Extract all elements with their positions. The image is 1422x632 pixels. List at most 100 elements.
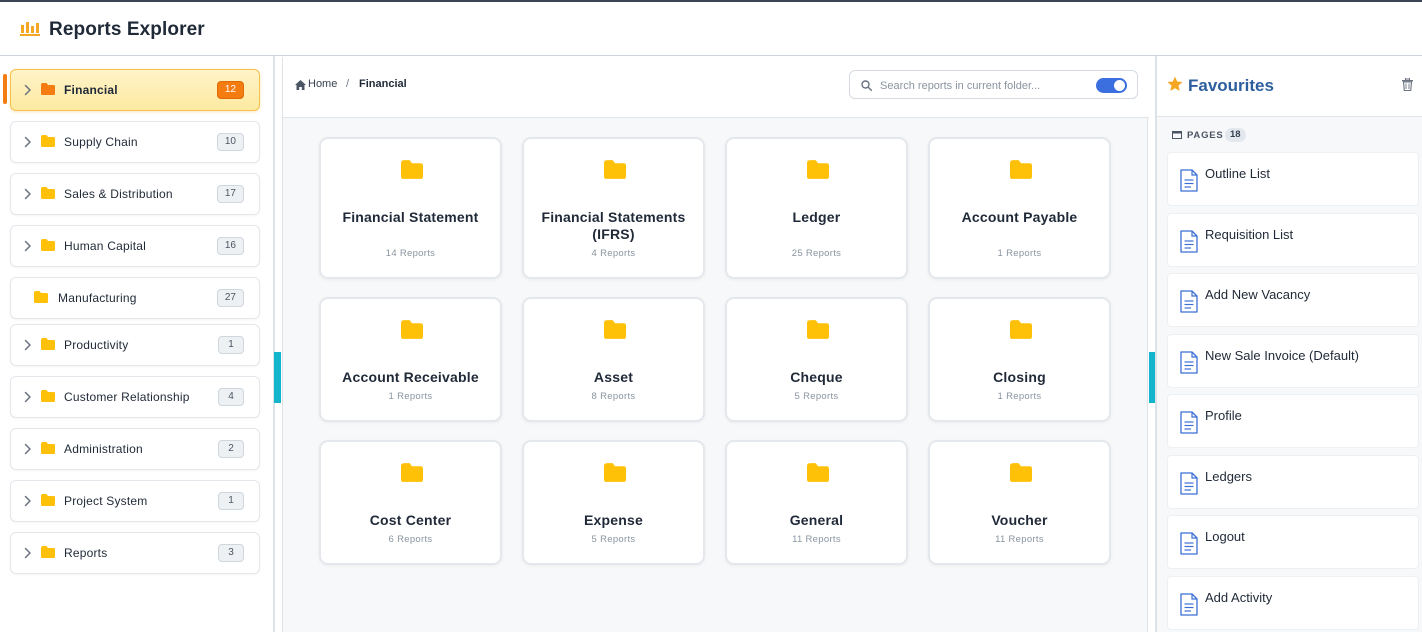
- sidebar-item-label: Manufacturing: [58, 291, 137, 305]
- main-header: Home / Financial: [283, 57, 1149, 118]
- sidebar-item-manufacturing[interactable]: Manufacturing 27: [10, 277, 260, 319]
- sidebar-item-supply-chain[interactable]: Supply Chain 10: [10, 121, 260, 163]
- sidebar-item-count-badge: 27: [216, 289, 244, 307]
- folder-icon: [34, 291, 48, 303]
- report-folder-card[interactable]: Ledger 25 Reports: [725, 137, 908, 279]
- sidebar-item-label: Administration: [64, 442, 143, 456]
- chevron-right-icon: [24, 84, 31, 96]
- favourite-item-label: Add Activity: [1205, 590, 1273, 605]
- card-report-count: 14 Reports: [385, 248, 436, 259]
- report-folder-card[interactable]: Cheque 5 Reports: [725, 297, 908, 422]
- favourite-item[interactable]: Outline List: [1167, 152, 1419, 206]
- folder-icon: [41, 546, 55, 558]
- document-icon: [1180, 290, 1198, 313]
- folder-icon: [807, 320, 829, 339]
- sidebar-item-count-badge: 3: [218, 544, 244, 562]
- favourite-item[interactable]: Add New Vacancy: [1167, 273, 1419, 327]
- favourites-header: Favourites: [1157, 56, 1422, 117]
- report-folder-card[interactable]: Asset 8 Reports: [522, 297, 705, 422]
- card-title: Account Receivable: [342, 369, 479, 385]
- sidebar-item-label: Reports: [64, 546, 108, 560]
- trash-icon[interactable]: [1402, 78, 1413, 91]
- sidebar-item-label: Supply Chain: [64, 135, 138, 149]
- card-title: Asset: [593, 369, 634, 385]
- folder-icon: [41, 83, 55, 95]
- sidebar-divider: [273, 56, 275, 632]
- card-title: Cost Center: [369, 512, 452, 528]
- favourites-title: Favourites: [1188, 76, 1274, 95]
- sidebar-item-administration[interactable]: Administration 2: [10, 428, 260, 470]
- sidebar-item-label: Project System: [64, 494, 148, 508]
- card-report-count: 5 Reports: [591, 534, 636, 545]
- report-folder-card[interactable]: Voucher 11 Reports: [928, 440, 1111, 565]
- favourite-item[interactable]: Logout: [1167, 515, 1419, 569]
- sidebar-item-financial[interactable]: Financial 12: [10, 69, 260, 111]
- window-icon: [1172, 131, 1182, 139]
- document-icon: [1180, 411, 1198, 434]
- report-folder-card[interactable]: General 11 Reports: [725, 440, 908, 565]
- sidebar-item-label: Sales & Distribution: [64, 187, 173, 201]
- search-scope-toggle[interactable]: [1096, 78, 1127, 93]
- folder-icon: [401, 463, 423, 482]
- breadcrumb-current: Financial: [359, 78, 407, 90]
- sidebar-item-human-capital[interactable]: Human Capital 16: [10, 225, 260, 267]
- left-panel-resize-handle[interactable]: [274, 352, 281, 403]
- sidebar-item-sales-distribution[interactable]: Sales & Distribution 17: [10, 173, 260, 215]
- report-folder-card[interactable]: Financial Statements (IFRS) 4 Reports: [522, 137, 705, 279]
- favourite-item[interactable]: New Sale Invoice (Default): [1167, 334, 1419, 388]
- favourite-item[interactable]: Requisition List: [1167, 213, 1419, 267]
- document-icon: [1180, 472, 1198, 495]
- bar-chart-icon: [20, 22, 40, 36]
- folder-icon: [41, 239, 55, 251]
- report-folder-card[interactable]: Account Receivable 1 Reports: [319, 297, 502, 422]
- active-folder-marker: [3, 74, 7, 104]
- sidebar-item-reports[interactable]: Reports 3: [10, 532, 260, 574]
- card-report-count: 11 Reports: [792, 534, 841, 545]
- chevron-right-icon: [24, 547, 31, 559]
- card-title: Financial Statement: [342, 209, 479, 225]
- card-report-count: 4 Reports: [591, 248, 636, 259]
- card-title: Voucher: [991, 512, 1048, 528]
- sidebar-item-label: Productivity: [64, 338, 129, 352]
- sidebar-item-count-badge: 4: [218, 388, 244, 406]
- favourite-item[interactable]: Add Activity: [1167, 576, 1419, 630]
- favourite-item[interactable]: Profile: [1167, 394, 1419, 448]
- favourite-item-label: Ledgers: [1205, 469, 1252, 484]
- favourite-item[interactable]: Ledgers: [1167, 455, 1419, 509]
- search-input[interactable]: [880, 77, 1090, 94]
- sidebar-item-project-system[interactable]: Project System 1: [10, 480, 260, 522]
- home-icon[interactable]: [295, 80, 306, 90]
- chevron-right-icon: [24, 136, 31, 148]
- document-icon: [1180, 351, 1198, 374]
- report-folder-card[interactable]: Expense 5 Reports: [522, 440, 705, 565]
- card-report-count: 25 Reports: [791, 248, 842, 259]
- star-icon: [1167, 76, 1183, 91]
- report-folder-card[interactable]: Financial Statement 14 Reports: [319, 137, 502, 279]
- sidebar-item-customer-relationship[interactable]: Customer Relationship 4: [10, 376, 260, 418]
- chevron-right-icon: [24, 443, 31, 455]
- favourite-item-label: New Sale Invoice (Default): [1205, 348, 1359, 363]
- folder-icon: [604, 463, 626, 482]
- folder-icon: [41, 135, 55, 147]
- card-title: Cheque: [790, 369, 843, 385]
- report-folder-card[interactable]: Account Payable 1 Reports: [928, 137, 1111, 279]
- card-report-count: 1 Reports: [997, 391, 1042, 402]
- card-title: Expense: [584, 512, 643, 528]
- document-icon: [1180, 169, 1198, 192]
- toggle-knob: [1114, 80, 1125, 91]
- report-folder-card[interactable]: Closing 1 Reports: [928, 297, 1111, 422]
- favourite-item-label: Logout: [1205, 529, 1245, 544]
- chevron-right-icon: [24, 339, 31, 351]
- breadcrumb-home[interactable]: Home: [308, 78, 337, 90]
- card-report-count: 8 Reports: [591, 391, 636, 402]
- search-box[interactable]: [849, 70, 1138, 99]
- report-folder-card[interactable]: Cost Center 6 Reports: [319, 440, 502, 565]
- pages-section-label: PAGES: [1187, 130, 1224, 141]
- sidebar-item-count-badge: 2: [218, 440, 244, 458]
- folder-icon: [401, 320, 423, 339]
- sidebar-item-productivity[interactable]: Productivity 1: [10, 324, 260, 366]
- card-report-count: 5 Reports: [794, 391, 839, 402]
- chevron-right-icon: [24, 495, 31, 507]
- folder-icon: [1010, 320, 1032, 339]
- card-title: Financial Statements (IFRS): [541, 209, 686, 242]
